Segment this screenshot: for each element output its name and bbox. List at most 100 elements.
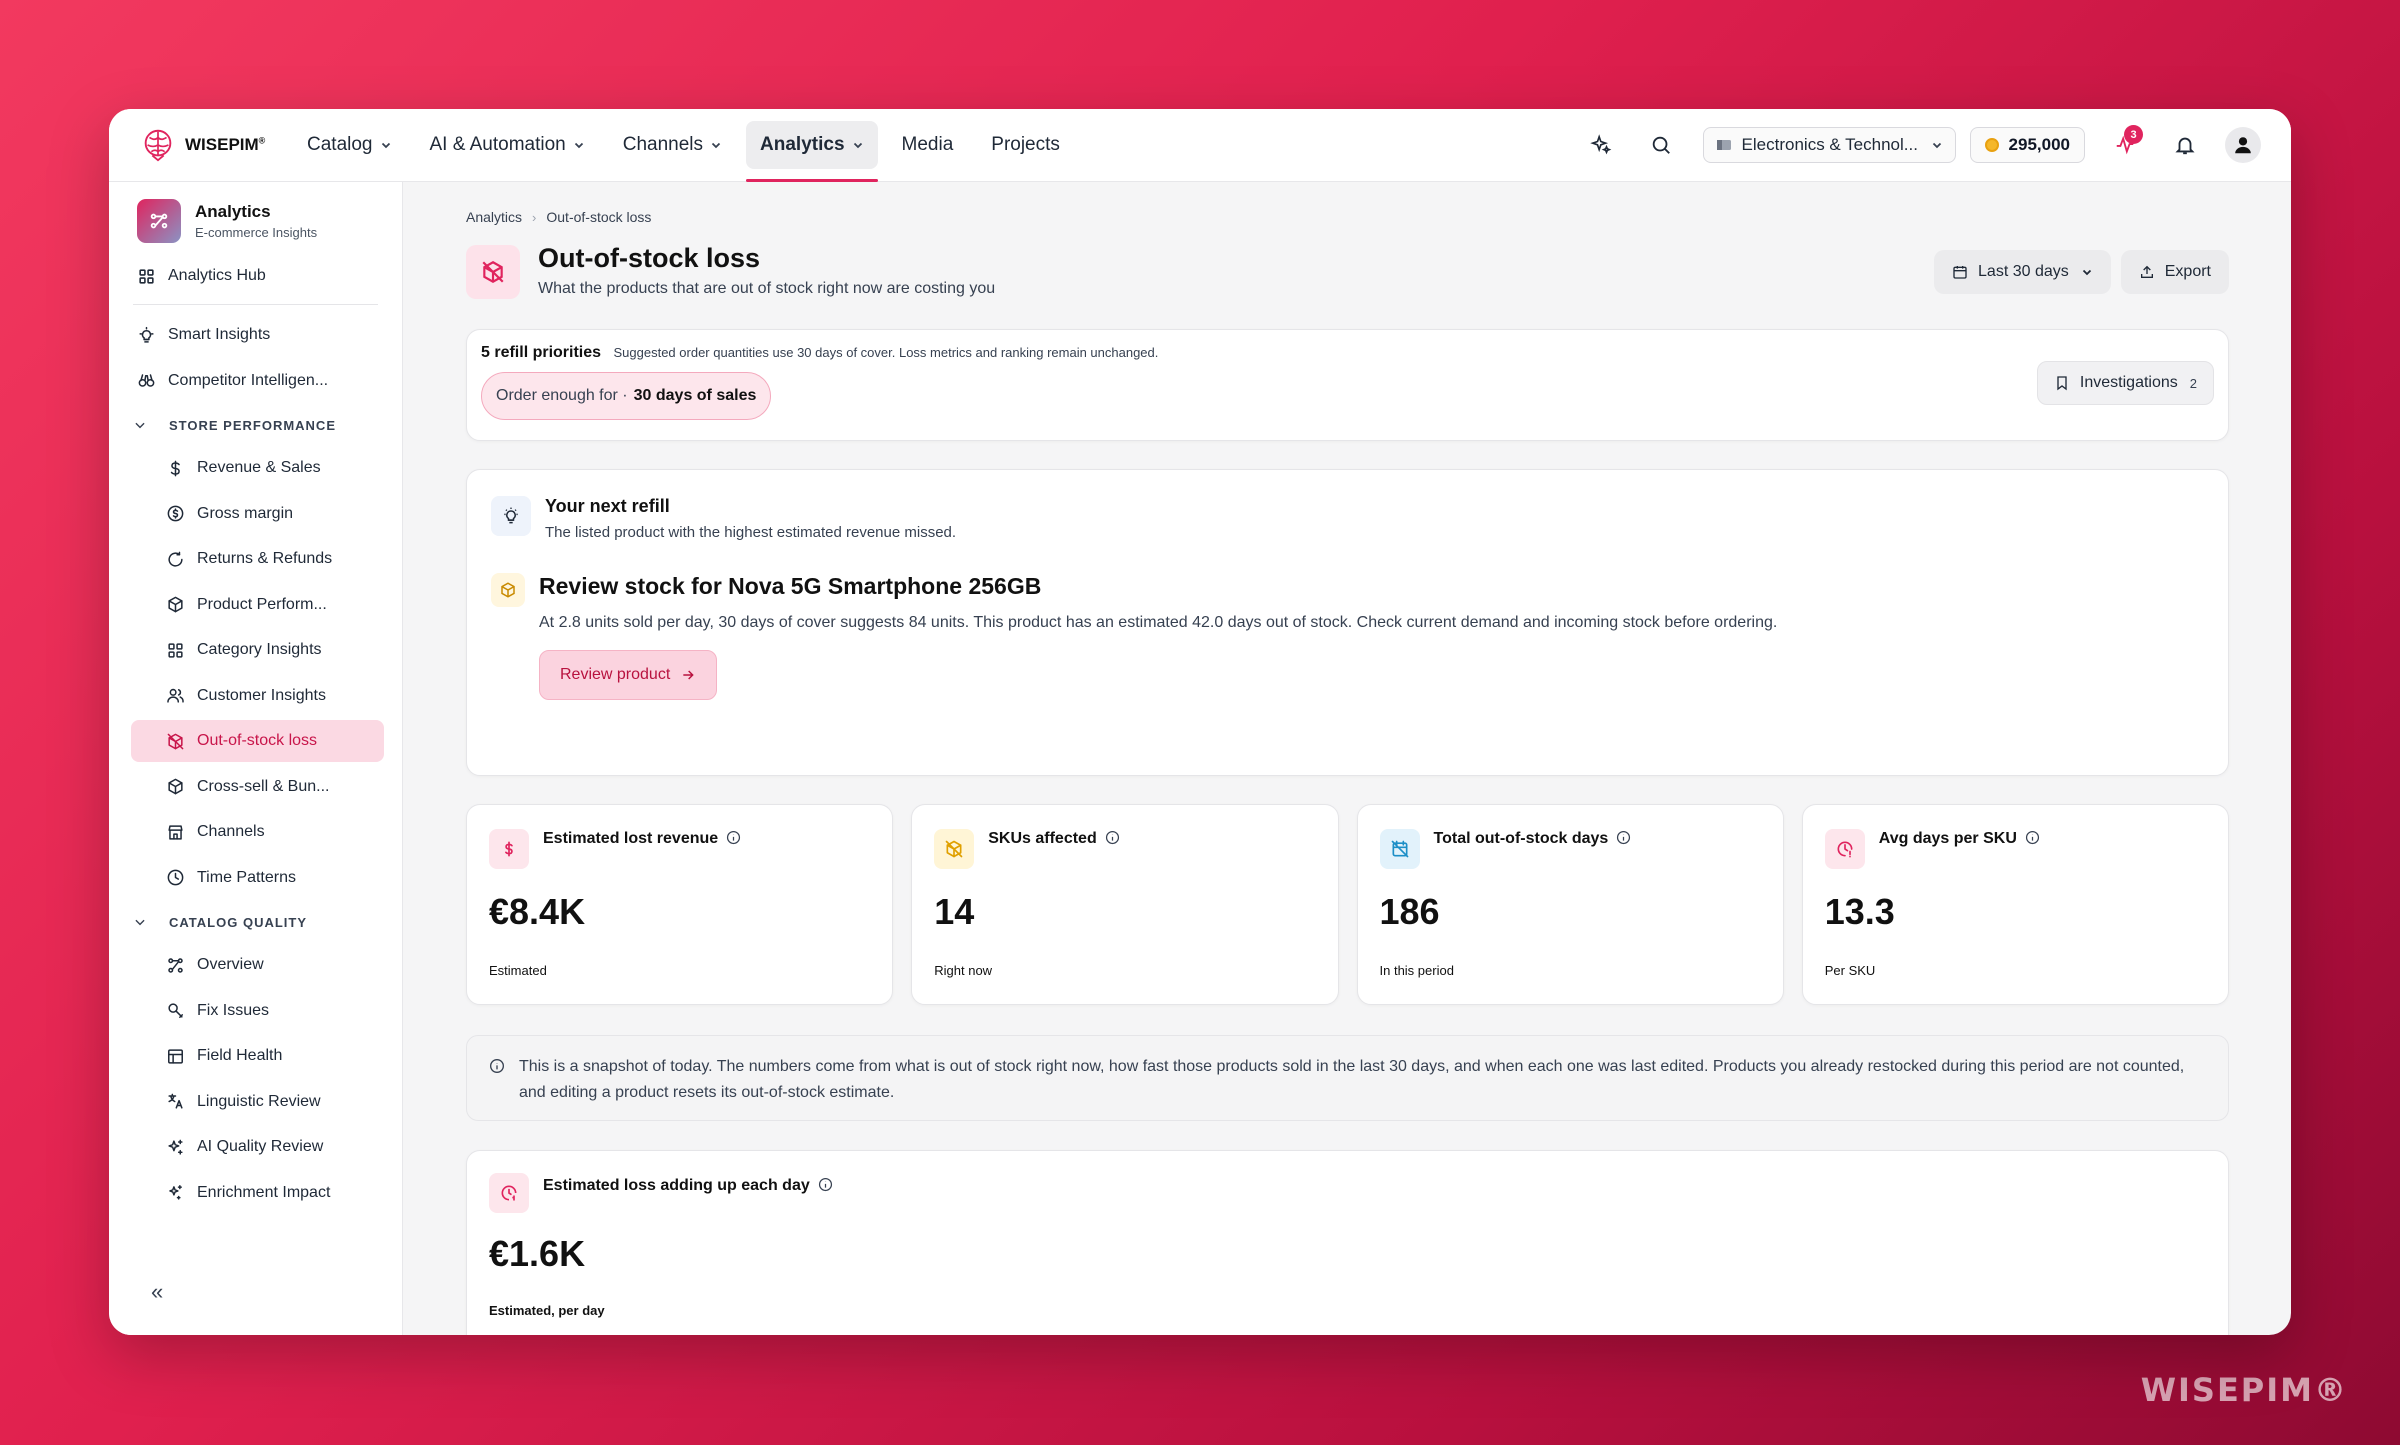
sidebar-section-catalog-quality[interactable]: CATALOG QUALITY — [133, 902, 384, 942]
sidebar-item-gross-margin[interactable]: Gross margin — [131, 493, 384, 535]
nav-label: Projects — [991, 134, 1060, 155]
cover-days-chip[interactable]: Order enough for · 30 days of sales — [481, 372, 772, 420]
kpi-card-estimated-lost-revenue: Estimated lost revenue €8.4K Estimated — [466, 804, 894, 1005]
sidebar-item-time-patterns[interactable]: Time Patterns — [131, 857, 384, 899]
info-icon[interactable] — [818, 1177, 833, 1192]
clock-alert-icon — [1824, 829, 1865, 869]
store-selector[interactable]: Electronics & Technol... — [1702, 127, 1956, 163]
coin-icon — [167, 505, 184, 522]
sidebar-app-header: Analytics E-commerce Insights — [137, 199, 402, 243]
period-select-button[interactable]: Last 30 days — [1934, 250, 2111, 294]
notifications-button[interactable] — [2165, 125, 2205, 165]
nav-media[interactable]: Media — [888, 121, 968, 169]
kpi-value: 13.3 — [1824, 891, 1895, 932]
review-product-button[interactable]: Review product — [539, 650, 718, 700]
nav-projects[interactable]: Projects — [977, 121, 1074, 169]
activity-button[interactable]: 3 — [2105, 125, 2145, 165]
grid-icon — [168, 642, 183, 658]
nav-catalog[interactable]: Catalog — [293, 121, 406, 169]
activity-badge: 3 — [2124, 125, 2143, 144]
sidebar-app-subtitle: E-commerce Insights — [195, 225, 318, 240]
sidebar-item-analytics-hub[interactable]: Analytics Hub — [131, 255, 384, 297]
sidebar-item-linguistic-review[interactable]: Linguistic Review — [131, 1081, 384, 1123]
brand-name: WISEPIM® — [185, 135, 266, 154]
kpi-note: Right now — [934, 963, 993, 978]
sidebar-section-title: CATALOG QUALITY — [169, 914, 308, 930]
kpi-card-avg-days-per-sku: Avg days per SKU 13.3 Per SKU — [1801, 804, 2229, 1005]
credits-balance[interactable]: 295,000 — [1969, 127, 2085, 163]
info-icon[interactable] — [1105, 830, 1120, 845]
wrench-search-icon — [168, 1003, 183, 1018]
clock-dollar-icon — [489, 1173, 529, 1213]
breadcrumb-current: Out-of-stock loss — [546, 209, 652, 225]
nav-label: Media — [901, 134, 954, 155]
chevron-down-icon — [853, 142, 862, 149]
sidebar-item-customer-insights[interactable]: Customer Insights — [131, 675, 384, 717]
kpi-value: €8.4K — [489, 891, 586, 932]
sparkle-small-icon — [169, 1185, 182, 1200]
nav-label: Catalog — [307, 134, 373, 155]
snapshot-note: This is a snapshot of today. The numbers… — [466, 1035, 2229, 1121]
nav-analytics[interactable]: Analytics — [746, 121, 879, 182]
box-off-icon — [466, 245, 520, 299]
brand[interactable]: WISEPIM® — [139, 126, 287, 164]
sidebar-item-overview[interactable]: Overview — [131, 944, 384, 986]
sidebar-item-smart-insights[interactable]: Smart Insights — [131, 314, 384, 356]
chip-value: 30 days of sales — [633, 387, 757, 404]
nav-label: AI & Automation — [429, 134, 566, 155]
sidebar-item-enrichment-impact[interactable]: Enrichment Impact — [131, 1172, 384, 1214]
refund-icon — [168, 551, 183, 567]
sidebar-item-label: AI Quality Review — [197, 1138, 324, 1155]
nav-channels[interactable]: Channels — [609, 121, 736, 169]
info-icon[interactable] — [726, 830, 741, 845]
sidebar-item-category-insights[interactable]: Category Insights — [131, 629, 384, 671]
sidebar-item-label: Overview — [197, 956, 264, 973]
sidebar-item-out-of-stock-loss[interactable]: Out-of-stock loss — [131, 720, 384, 762]
search-button[interactable] — [1641, 125, 1681, 165]
kpi-note: Estimated — [489, 963, 547, 978]
info-icon[interactable] — [1616, 830, 1631, 845]
kpi-value: 186 — [1379, 891, 1440, 932]
calendar-off-icon — [1379, 829, 1420, 869]
sidebar-item-channels[interactable]: Channels — [131, 811, 384, 853]
kpi-note: In this period — [1379, 963, 1454, 978]
export-button[interactable]: Export — [2120, 250, 2229, 294]
sidebar: Analytics E-commerce Insights Analytics … — [109, 182, 403, 1335]
daily-loss-note: Estimated, per day — [489, 1303, 605, 1318]
sidebar-item-revenue-sales[interactable]: Revenue & Sales — [131, 447, 384, 489]
sidebar-item-product-perform[interactable]: Product Perform... — [131, 584, 384, 626]
chevron-down-icon — [135, 919, 145, 926]
sidebar-item-cross-sell-bun[interactable]: Cross-sell & Bun... — [131, 766, 384, 808]
sidebar-item-ai-quality-review[interactable]: AI Quality Review — [131, 1126, 384, 1168]
clock-icon — [167, 869, 184, 886]
sidebar-item-competitor-intelligen[interactable]: Competitor Intelligen... — [131, 360, 384, 402]
box-off-icon — [167, 733, 184, 749]
chevron-down-icon — [135, 422, 145, 429]
breadcrumb-analytics[interactable]: Analytics — [466, 209, 522, 225]
sidebar-item-fix-issues[interactable]: Fix Issues — [131, 990, 384, 1032]
sidebar-item-label: Channels — [197, 823, 265, 840]
info-icon[interactable] — [2025, 830, 2040, 845]
next-refill-card: Your next refill The listed product with… — [466, 469, 2229, 776]
sidebar-item-field-health[interactable]: Field Health — [131, 1035, 384, 1077]
nav-ai-automation[interactable]: AI & Automation — [416, 121, 599, 169]
review-product-label: Review product — [560, 666, 671, 683]
daily-loss-card: Estimated loss adding up each day €1.6K … — [466, 1150, 2229, 1335]
store-icon — [168, 824, 183, 840]
ai-sparkle-button[interactable] — [1581, 125, 1621, 165]
top-right-tools: Electronics & Technol... 295,000 3 — [1561, 125, 2261, 165]
sidebar-item-returns-refunds[interactable]: Returns & Refunds — [131, 538, 384, 580]
user-avatar[interactable] — [2225, 127, 2261, 163]
sidebar-item-label: Out-of-stock loss — [197, 732, 318, 749]
collapse-sidebar-button[interactable]: « — [151, 1279, 163, 1305]
export-label: Export — [2164, 263, 2211, 280]
sidebar-item-label: Competitor Intelligen... — [168, 371, 329, 389]
network-icon — [168, 957, 183, 973]
kpi-label: Avg days per SKU — [1878, 830, 2017, 847]
investigations-button[interactable]: Investigations 2 — [2036, 361, 2214, 405]
breadcrumb: Analytics › Out-of-stock loss — [466, 209, 2229, 225]
sidebar-section-title: STORE PERFORMANCE — [169, 417, 336, 433]
sidebar-section-store-performance[interactable]: STORE PERFORMANCE — [133, 405, 384, 445]
arrow-right-icon — [683, 670, 694, 680]
info-icon — [490, 1059, 504, 1073]
